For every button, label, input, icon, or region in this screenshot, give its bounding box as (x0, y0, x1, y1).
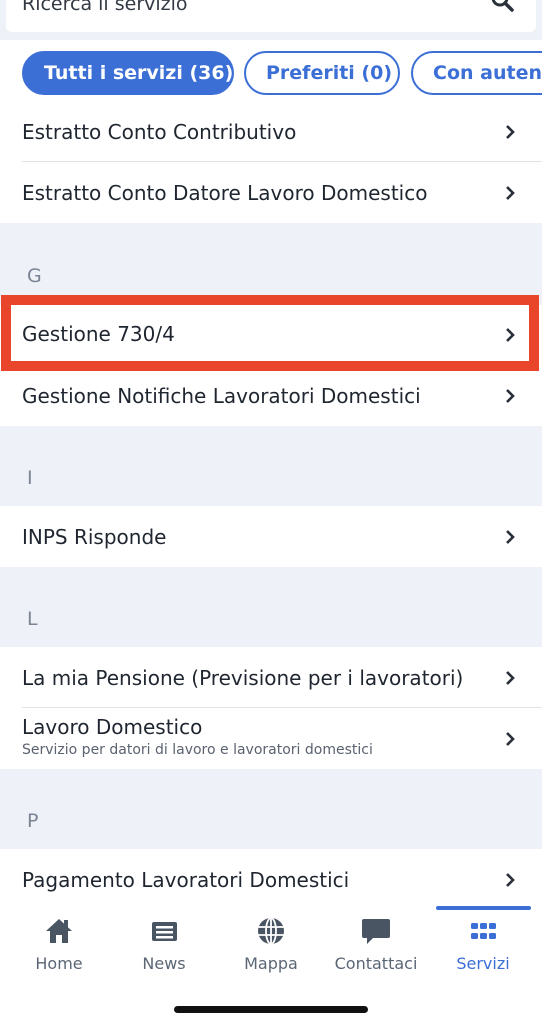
filter-favorites[interactable]: Preferiti (0) (244, 51, 400, 95)
list-item[interactable]: INPS Risponde (0, 506, 542, 567)
tab-home[interactable]: Home (5, 904, 113, 994)
chat-bubble-icon (362, 919, 390, 944)
chevron-right-icon (506, 529, 515, 544)
section-letter: I (27, 467, 33, 489)
tab-mappa[interactable]: Mappa (217, 904, 325, 994)
globe-icon (258, 917, 284, 945)
list-item-label: Estratto Conto Contributivo (22, 120, 297, 144)
list-item[interactable]: Pagamento Lavoratori Domestici (0, 849, 542, 910)
newspaper-icon (152, 922, 177, 941)
bottom-tab-bar: Home News Mappa Contattaci Servizi (0, 904, 542, 1024)
list-item[interactable]: Estratto Conto Contributivo (0, 101, 542, 162)
list-item[interactable]: Lavoro Domestico Servizio per datori di … (0, 708, 542, 769)
section-header-p: P (0, 769, 542, 849)
section-letter: L (27, 608, 38, 630)
tab-label: Servizi (456, 954, 510, 973)
filter-with-auth[interactable]: Con autenti (411, 51, 542, 95)
list-item-subtitle: Servizio per datori di lavoro e lavorato… (22, 742, 373, 758)
search-icon[interactable] (490, 0, 516, 18)
list-item-label: INPS Risponde (22, 525, 167, 549)
search-bar: Ricerca il servizio (0, 0, 542, 40)
chevron-right-icon (506, 328, 515, 342)
filter-all-services[interactable]: Tutti i servizi (36) (22, 51, 234, 95)
home-icon (46, 919, 72, 943)
list-item-label: Gestione Notifiche Lavoratori Domestici (22, 384, 421, 408)
tab-news[interactable]: News (110, 904, 218, 994)
chevron-right-icon (506, 670, 515, 685)
list-item[interactable]: Gestione 730/4 (0, 305, 542, 365)
chevron-right-icon (506, 872, 515, 887)
list-item-label: Estratto Conto Datore Lavoro Domestico (22, 181, 428, 205)
list-item[interactable]: Gestione Notifiche Lavoratori Domestici (0, 365, 542, 426)
home-indicator[interactable] (174, 1006, 368, 1013)
grid-icon (471, 923, 496, 939)
tab-label: Mappa (244, 954, 298, 973)
section-header-g: G (0, 223, 542, 305)
section-header-i: I (0, 426, 542, 506)
tab-label: News (142, 954, 186, 973)
tab-label: Contattaci (334, 954, 418, 973)
filter-chips: Tutti i servizi (36) Preferiti (0) Con a… (0, 40, 542, 106)
list-item-label: Lavoro Domestico (22, 715, 203, 739)
chevron-right-icon (506, 731, 515, 746)
tab-contattaci[interactable]: Contattaci (322, 904, 430, 994)
list-item-label: Gestione 730/4 (22, 322, 175, 346)
list-item[interactable]: Estratto Conto Datore Lavoro Domestico (0, 162, 542, 223)
chevron-right-icon (506, 185, 515, 200)
list-item-label: Pagamento Lavoratori Domestici (22, 868, 350, 892)
section-letter: G (27, 265, 42, 287)
search-placeholder: Ricerca il servizio (22, 0, 188, 15)
chevron-right-icon (506, 124, 515, 139)
list-item[interactable]: La mia Pensione (Previsione per i lavora… (0, 647, 542, 708)
list-item-label: La mia Pensione (Previsione per i lavora… (22, 666, 464, 690)
chevron-right-icon (506, 388, 515, 403)
search-input[interactable]: Ricerca il servizio (6, 0, 536, 32)
section-letter: P (27, 810, 39, 832)
tab-servizi[interactable]: Servizi (429, 904, 537, 994)
tab-label: Home (35, 954, 83, 973)
section-header-l: L (0, 567, 542, 647)
